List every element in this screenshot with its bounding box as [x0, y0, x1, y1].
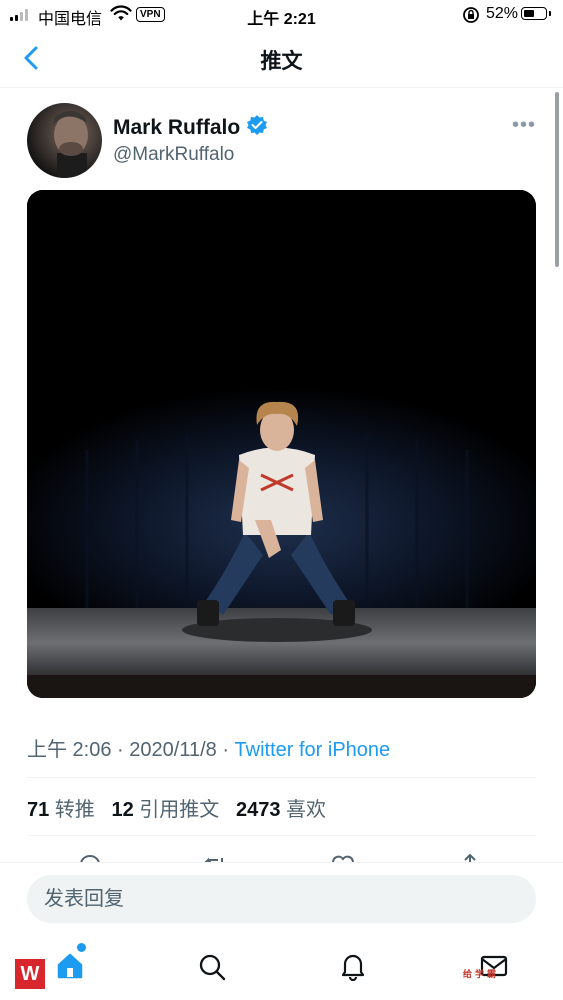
search-icon[interactable]	[197, 952, 227, 987]
divider	[27, 777, 536, 778]
divider	[27, 835, 536, 836]
tweet-source-link[interactable]: Twitter for iPhone	[235, 739, 391, 761]
reply-input[interactable]: 发表回复	[27, 875, 536, 923]
notification-dot	[77, 943, 86, 952]
author-handle[interactable]: @MarkRuffalo	[113, 144, 234, 166]
quote-count-link[interactable]: 12 引用推文	[111, 799, 219, 821]
battery-icon	[521, 7, 551, 20]
watermark-logo: W	[15, 959, 45, 989]
avatar[interactable]	[27, 103, 102, 178]
nav-header: 推文	[0, 30, 563, 88]
tweet-stats: 71 转推 12 引用推文 2473 喜欢	[27, 793, 326, 822]
verified-badge-icon	[246, 114, 268, 142]
tweet-time: 上午 2:06	[27, 739, 112, 761]
reply-bar: 发表回复	[0, 862, 563, 938]
bell-icon[interactable]	[338, 951, 368, 986]
scrollbar[interactable]	[555, 92, 559, 267]
more-options-icon[interactable]: •••	[512, 114, 536, 137]
like-count-link[interactable]: 2473 喜欢	[236, 799, 326, 821]
author-name[interactable]: Mark Ruffalo	[113, 116, 240, 140]
status-bar: 中国电信 VPN 上午 2:21 52%	[0, 0, 563, 30]
battery-percent: 52%	[486, 5, 519, 22]
meta-separator: ·	[216, 739, 235, 761]
rotation-lock-icon	[462, 6, 480, 29]
tab-bar: W 给学霸	[0, 937, 563, 1000]
author-name-row[interactable]: Mark Ruffalo	[113, 114, 268, 142]
meta-separator: ·	[111, 739, 130, 761]
tweet-media[interactable]	[27, 190, 536, 698]
retweet-count-link[interactable]: 71 转推	[27, 799, 95, 821]
tweet-date: 2020/11/8	[129, 739, 217, 761]
home-icon[interactable]	[55, 951, 85, 986]
page-title: 推文	[260, 50, 303, 73]
tweet-meta: 上午 2:06 · 2020/11/8 · Twitter for iPhone	[27, 733, 390, 762]
watermark-text: 给学霸	[463, 969, 500, 979]
